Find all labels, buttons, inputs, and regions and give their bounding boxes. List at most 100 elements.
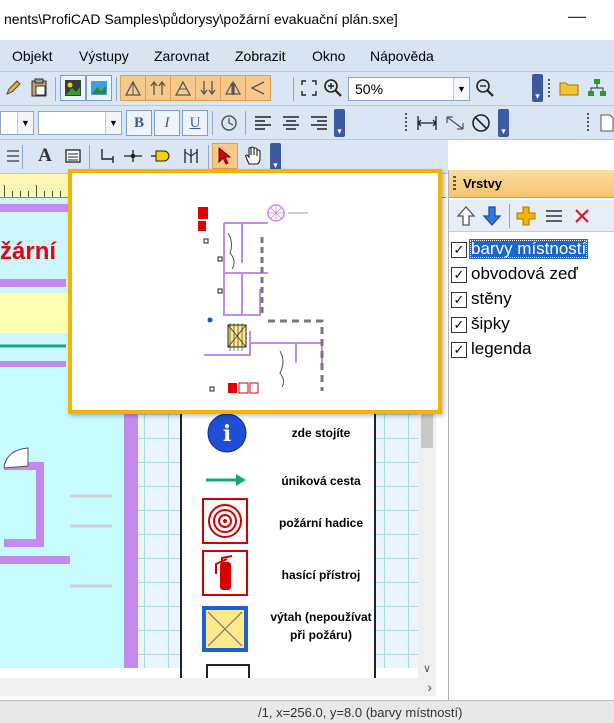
status-bar: /1, x=256.0, y=8.0 (barvy místností) [0,700,614,723]
chevron-down-icon[interactable]: ▼ [453,78,469,100]
align-icon[interactable] [145,75,171,101]
wire-icon[interactable] [94,143,120,169]
toolbar-overflow-button[interactable]: ▾ [532,74,543,102]
chevron-down-icon[interactable]: ▼ [105,112,121,134]
table-icon[interactable] [60,143,86,169]
menu-bar: Objekt Výstupy Zarovnat Zobrazit Okno Ná… [0,40,614,72]
zoom-in-icon[interactable] [320,75,346,101]
bus-icon[interactable] [178,143,204,169]
fit-screen-icon[interactable] [296,75,322,101]
arrow-up-icon[interactable] [453,203,479,229]
layers-panel-header[interactable]: Vrstvy [449,170,614,198]
legend-symbol [206,664,250,678]
junction-icon[interactable] [120,143,146,169]
layer-checkbox-checked-icon[interactable]: ✓ [451,342,467,358]
align-right-icon[interactable] [306,110,332,136]
align-icon[interactable] [245,75,271,101]
layer-row-obvodova-zed[interactable]: ✓ obvodová zeď [451,263,614,288]
align-icon[interactable] [120,75,146,101]
layer-checkbox-checked-icon[interactable]: ✓ [451,292,467,308]
legend-label: úniková cesta [281,474,361,488]
elevator-icon [202,606,248,652]
layer-row-barvy-mistnosti[interactable]: ✓ barvy místností [451,238,614,263]
network-icon[interactable] [584,75,610,101]
menu-zobrazit[interactable]: Zobrazit [235,48,286,64]
horizontal-scrollbar[interactable]: › [0,678,436,696]
hand-icon[interactable] [240,143,266,169]
map-symbol [269,206,283,220]
toolbar-overflow-button[interactable]: ▾ [270,143,281,171]
font-size-select[interactable]: ▼ [38,111,122,135]
paste-icon[interactable] [26,75,52,101]
map-symbol [207,317,213,323]
layer-checkbox-checked-icon[interactable]: ✓ [451,317,467,333]
chevron-right-icon[interactable]: › [427,679,432,695]
panel-grip[interactable] [453,176,456,192]
font-select[interactable]: ▼ [0,111,34,135]
select-arrow-icon[interactable] [212,143,238,169]
align-icon[interactable] [195,75,221,101]
align-center-icon[interactable] [278,110,304,136]
menu-okno[interactable]: Okno [312,48,345,64]
chevron-down-icon[interactable]: ▼ [17,112,33,134]
connector-icon[interactable] [148,143,174,169]
picture-icon[interactable] [86,75,112,101]
toolbar-overflow-button[interactable]: ▾ [498,109,509,137]
add-layer-icon[interactable] [513,203,539,229]
toolbar-grip[interactable] [402,109,410,137]
escape-arrow-icon [206,474,246,486]
dimension-icon[interactable] [414,110,440,136]
toolbar-grip[interactable] [545,75,553,103]
map-wall [204,331,323,363]
toolbar-grip[interactable] [584,109,592,137]
menu-zarovnat[interactable]: Zarovnat [154,48,209,64]
layer-list-icon[interactable] [541,203,567,229]
toolbar-row-1: 50% ▼ ▾ [0,72,614,106]
separator [509,204,510,228]
toolbar-overflow-button[interactable]: ▾ [334,109,345,137]
layer-row-steny[interactable]: ✓ stěny [451,288,614,313]
pencil-icon[interactable] [0,75,26,101]
layer-row-legenda[interactable]: ✓ legenda [451,338,614,363]
page-icon[interactable] [594,110,614,136]
arrow-down-icon[interactable] [479,203,505,229]
text-tool-button[interactable]: A [32,143,58,169]
circle-icon[interactable] [468,110,494,136]
layer-row-sipky[interactable]: ✓ šipky [451,313,614,338]
separator [89,145,90,169]
title-bar: nents\ProfiCAD Samples\půdorysy\požární … [0,0,614,40]
text-settings-icon[interactable] [216,110,242,136]
minimize-button[interactable]: — [568,6,586,27]
menu-objekt[interactable]: Objekt [12,48,52,64]
map-symbol [203,238,209,244]
legend-label: zde stojíte [291,426,351,440]
italic-button[interactable]: I [154,110,180,136]
menu-vystupy[interactable]: Výstupy [79,48,129,64]
layer-name: stěny [471,289,512,308]
image-icon[interactable] [60,75,86,101]
ruler-tick [44,191,45,197]
chevron-down-icon[interactable]: ∨ [418,660,436,678]
align-left-icon[interactable] [250,110,276,136]
bold-button[interactable]: B [126,110,152,136]
align-icon[interactable] [170,75,196,101]
layer-checkbox-checked-icon[interactable]: ✓ [451,267,467,283]
map-symbol [217,256,223,262]
folder-icon[interactable] [556,75,582,101]
zoom-out-icon[interactable] [472,75,498,101]
delete-icon[interactable] [569,203,595,229]
window-title: nents\ProfiCAD Samples\půdorysy\požární … [4,11,398,27]
zoom-select[interactable]: 50% ▼ [348,77,470,101]
arrow-icon[interactable] [442,110,468,136]
layers-panel-title: Vrstvy [463,176,503,191]
scrollbar-thumb[interactable] [421,408,433,448]
navigator-overview[interactable] [68,169,442,414]
separator [55,77,56,101]
ruler-tick [4,185,5,197]
align-icon[interactable] [220,75,246,101]
map-symbol [238,382,249,394]
separator [116,77,117,101]
layer-checkbox-checked-icon[interactable]: ✓ [451,242,467,258]
underline-button[interactable]: U [182,110,208,136]
menu-napoveda[interactable]: Nápověda [370,48,434,64]
